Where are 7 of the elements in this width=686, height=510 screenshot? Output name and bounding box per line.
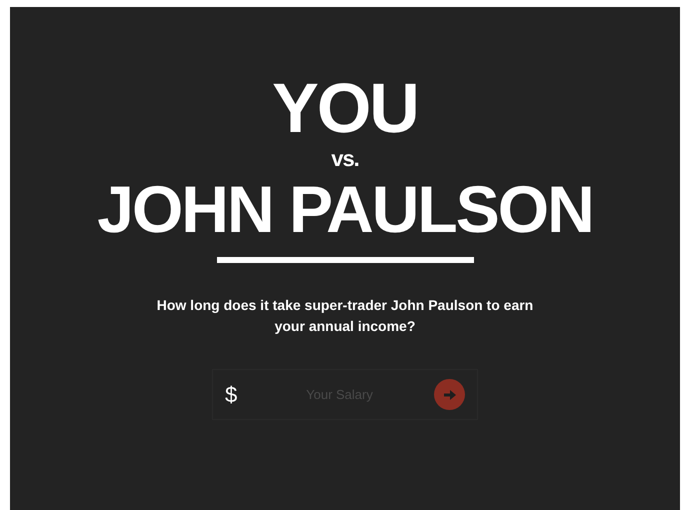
arrow-right-icon <box>444 390 456 400</box>
submit-button[interactable] <box>434 379 465 410</box>
headline-you: YOU <box>272 73 418 143</box>
headline-john-paulson: JOHN PAULSON <box>97 173 593 245</box>
headline-vs: vs. <box>331 147 359 171</box>
currency-symbol: $ <box>225 381 238 409</box>
question-text: How long does it take super-trader John Paulson to earn your annual income? <box>156 296 534 336</box>
